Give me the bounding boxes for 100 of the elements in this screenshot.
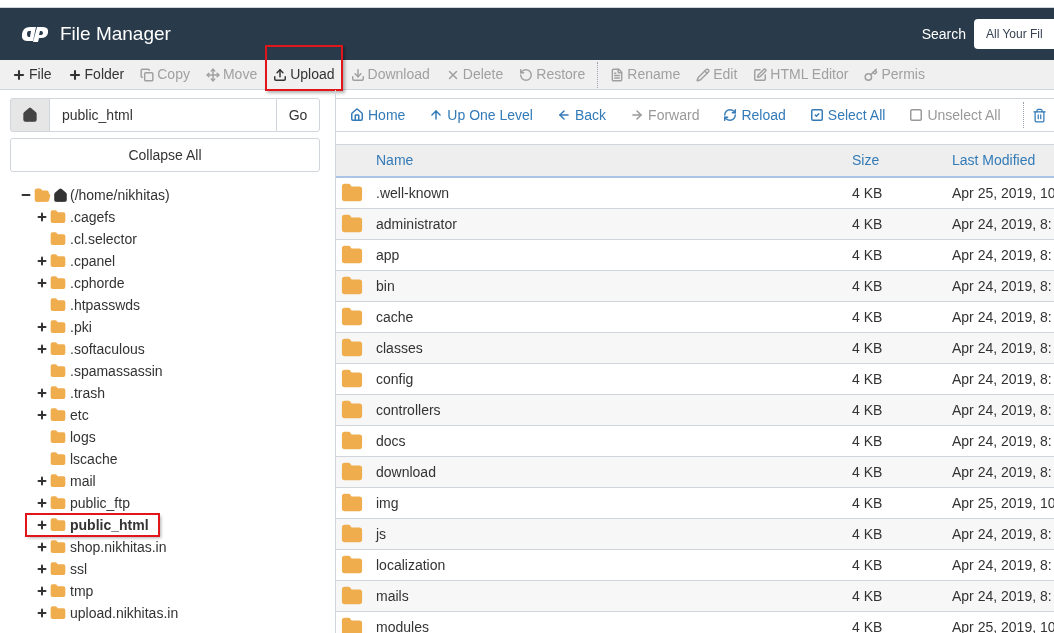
undo-icon	[519, 67, 534, 82]
table-cell-text: 4 KB	[852, 276, 884, 296]
table-cell-text: Apr 24, 2019, 8:	[952, 276, 1052, 296]
table-cell-text: 4 KB	[852, 307, 884, 327]
table-cell-text: cache	[376, 307, 415, 327]
expand-icon[interactable]	[36, 387, 48, 399]
folder-icon	[50, 561, 66, 577]
table-cell-text: 4 KB	[852, 586, 884, 606]
tree-item[interactable]: upload.nikhitas.in	[36, 602, 189, 624]
tree-item[interactable]: mail	[36, 470, 106, 492]
tree-item[interactable]: lscache	[36, 448, 128, 470]
folder-icon	[341, 554, 363, 576]
path-field[interactable]: public_html	[50, 98, 276, 132]
table-cell-text: 4 KB	[852, 400, 884, 420]
column-header[interactable]: Name	[376, 150, 852, 171]
table-cell-text: 4 KB	[852, 493, 884, 513]
tree-item[interactable]: .cagefs	[36, 206, 126, 228]
tree-item[interactable]: .cphorde	[36, 272, 135, 294]
table-cell-text: 4 KB	[852, 214, 884, 234]
tree-item[interactable]: .softaculous	[36, 338, 155, 360]
tree-item[interactable]: (/home/nikhitas)	[70, 184, 170, 206]
expand-icon[interactable]	[36, 585, 48, 597]
table-cell-text: Apr 24, 2019, 8:	[952, 307, 1052, 327]
go-button[interactable]: Go	[276, 98, 320, 132]
folder-icon	[50, 319, 66, 335]
table-cell-text: controllers	[376, 400, 442, 420]
expand-icon[interactable]	[36, 211, 48, 223]
expand-icon[interactable]	[36, 321, 48, 333]
folder-icon	[50, 517, 66, 533]
nav-button[interactable]: Reload	[721, 104, 788, 126]
folder-icon	[341, 492, 363, 514]
tree-item[interactable]: .htpasswds	[36, 294, 151, 316]
folder-icon	[50, 341, 66, 357]
table-cell-text: classes	[376, 338, 424, 358]
nav-button[interactable]: Home	[348, 104, 408, 126]
table-cell-text: mails	[376, 586, 410, 606]
table-cell-text: bin	[376, 276, 396, 296]
folder-icon	[50, 495, 66, 511]
toolbar-button[interactable]: Folder	[59, 59, 133, 90]
home-icon	[53, 187, 68, 203]
tree-item[interactable]: ssl	[36, 558, 98, 580]
table-cell-text: 4 KB	[852, 369, 884, 389]
expand-icon[interactable]	[36, 255, 48, 267]
toolbar-button[interactable]: Upload	[265, 44, 343, 91]
tree-item[interactable]: etc	[36, 404, 99, 426]
tree-item[interactable]: .cl.selector	[36, 228, 147, 250]
tree-item[interactable]: public_html	[26, 514, 159, 536]
tree-item[interactable]: .cpanel	[36, 250, 126, 272]
folder-icon	[341, 275, 363, 297]
home-icon	[350, 108, 364, 122]
expand-icon[interactable]	[36, 497, 48, 509]
nav-button[interactable]: Back	[554, 104, 609, 126]
tree-item[interactable]: public_ftp	[36, 492, 140, 514]
table-cell-text: localization	[376, 555, 447, 575]
folder-icon	[341, 213, 363, 235]
app-title: File Manager	[60, 21, 171, 46]
search-field[interactable]: All Your Fil	[974, 19, 1054, 49]
folder-icon	[50, 297, 66, 313]
expand-icon[interactable]	[36, 409, 48, 421]
logo-icon	[20, 24, 50, 44]
column-header[interactable]: Last Modified	[952, 150, 1036, 171]
tree-item[interactable]: .trash	[36, 382, 115, 404]
expand-icon[interactable]	[36, 277, 48, 289]
collapse-all-button[interactable]: Collapse All	[10, 138, 320, 172]
expand-icon[interactable]	[36, 607, 48, 619]
tree-item[interactable]: .spamassassin	[36, 360, 173, 382]
table-cell-text: Apr 24, 2019, 8:	[952, 462, 1052, 482]
tree-item[interactable]: shop.nikhitas.in	[36, 536, 177, 558]
table-cell-text: modules	[376, 617, 430, 633]
folder-icon	[50, 605, 66, 621]
table-cell-text: Apr 24, 2019, 8:	[952, 524, 1052, 544]
home-icon	[22, 107, 38, 123]
table-cell-text: Apr 24, 2019, 8:	[952, 586, 1052, 606]
tree-item[interactable]: logs	[36, 426, 106, 448]
folder-icon	[50, 473, 66, 489]
key-icon	[864, 67, 879, 82]
search-label: Search	[921, 24, 966, 44]
edit-icon	[753, 67, 768, 82]
upload-icon	[273, 67, 288, 82]
arrow-right-icon	[630, 108, 645, 122]
tree-item[interactable]: tmp	[36, 580, 104, 602]
plus-icon	[12, 67, 26, 82]
table-cell-text: Apr 24, 2019, 8:	[952, 245, 1052, 265]
expand-icon[interactable]	[36, 475, 48, 487]
toolbar-button[interactable]: File	[4, 59, 60, 90]
trash-icon[interactable]	[1031, 107, 1047, 123]
expand-icon[interactable]	[36, 519, 48, 531]
column-header[interactable]: Size	[852, 150, 952, 171]
tree-item[interactable]: .pki	[36, 316, 102, 338]
folder-icon	[50, 583, 66, 599]
expand-icon[interactable]	[36, 563, 48, 575]
nav-button[interactable]: Select All	[807, 104, 888, 126]
table-cell-text: app	[376, 245, 401, 265]
expand-icon[interactable]	[36, 343, 48, 355]
nav-button[interactable]: Up One Level	[427, 104, 535, 126]
folder-icon	[341, 430, 363, 452]
checkbox-icon	[909, 108, 924, 122]
folder-icon	[50, 385, 66, 401]
expand-icon[interactable]	[36, 541, 48, 553]
home-button[interactable]	[10, 98, 50, 132]
